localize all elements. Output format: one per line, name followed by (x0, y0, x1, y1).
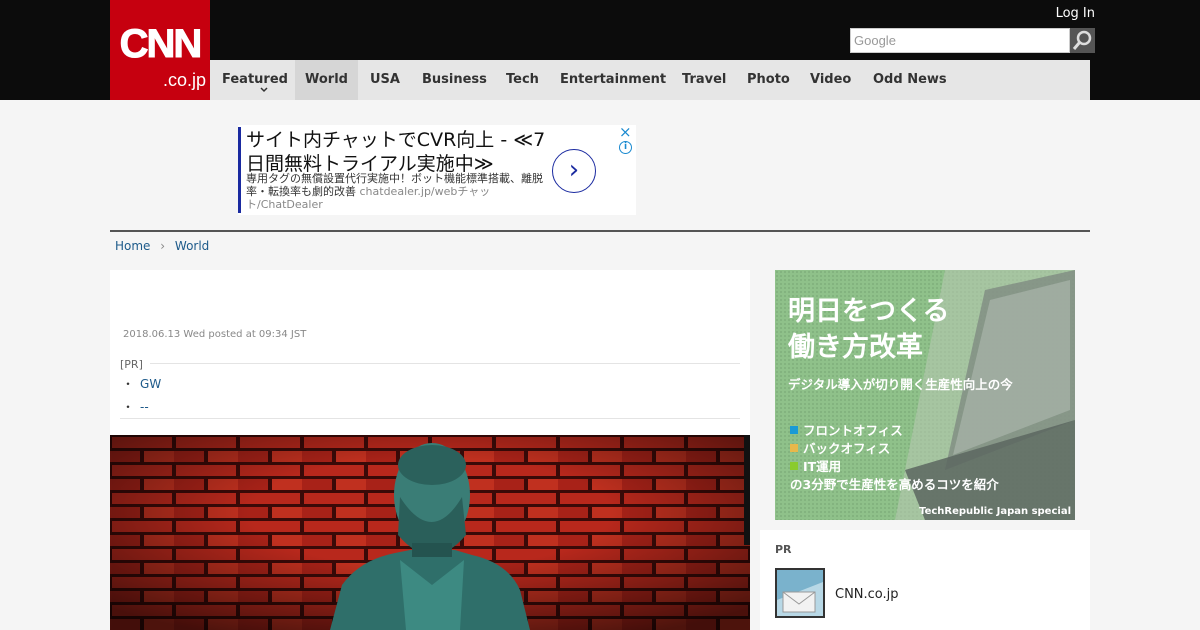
bullet: ・ (122, 377, 135, 391)
nav-item-photo[interactable]: Photo (747, 60, 790, 100)
top-bar: CNN .co.jp Log In Google Featured World … (0, 0, 1200, 100)
pr-box-title: PR (775, 543, 792, 556)
divider (110, 230, 1090, 232)
pr-thumbnail[interactable] (775, 568, 825, 618)
logo-domain: .co.jp (162, 70, 206, 90)
pr-link[interactable]: ・ -- (122, 398, 149, 415)
nav-item-video[interactable]: Video (810, 60, 851, 100)
sidebar-ad-title-line: 明日をつくる (788, 296, 950, 327)
breadcrumb-home[interactable]: Home (115, 239, 150, 253)
list-item-text: の3分野で生産性を高めるコツを紹介 (790, 477, 999, 492)
nav-item-odd-news[interactable]: Odd News (873, 60, 947, 100)
sidebar-ad-list: フロントオフィス バックオフィス IT運用 の3分野で生産性を高めるコツを紹介 (790, 422, 999, 494)
login-link[interactable]: Log In (1056, 6, 1095, 21)
chevron-right-icon: › (160, 239, 166, 253)
close-icon[interactable]: × (619, 123, 632, 141)
list-item-text: IT運用 (803, 459, 842, 474)
chevron-right-icon: › (568, 155, 580, 185)
divider (120, 418, 740, 419)
main-nav: Featured World USA Business Tech Enterta… (210, 60, 1090, 100)
breadcrumb-world[interactable]: World (175, 239, 209, 253)
list-item: バックオフィス (790, 440, 999, 458)
sidebar-ad-title: 明日をつくる 働き方改革 (788, 294, 949, 366)
nav-item-business[interactable]: Business (422, 60, 487, 100)
ad-arrow-button[interactable]: › (552, 149, 596, 193)
search-button[interactable] (1070, 28, 1095, 53)
article-photo (110, 435, 750, 630)
list-item: IT運用 (790, 458, 999, 476)
list-item: の3分野で生産性を高めるコツを紹介 (790, 476, 999, 494)
nav-item-featured[interactable]: Featured (222, 60, 288, 100)
sidebar-ad-title-line: 働き方改革 (788, 332, 923, 363)
list-item-text: フロントオフィス (803, 423, 903, 438)
ad-accent-bar (238, 127, 241, 213)
nav-item-entertainment[interactable]: Entertainment (560, 60, 666, 100)
square-icon (790, 444, 798, 452)
logo-text: CNN (119, 22, 203, 67)
sidebar-ad-banner[interactable]: 明日をつくる 働き方改革 デジタル導入が切り開く生産性向上の今 フロントオフィス… (775, 270, 1075, 520)
article-date: 2018.06.13 Wed posted at 09:34 JST (123, 329, 307, 340)
search-icon (1072, 30, 1092, 50)
nav-item-tech[interactable]: Tech (506, 60, 539, 100)
bullet: ・ (122, 400, 135, 414)
nav-label: Featured (222, 72, 288, 87)
list-item-text: バックオフィス (803, 441, 891, 456)
cnn-logo[interactable]: CNN .co.jp (110, 0, 210, 100)
chevron-down-icon (260, 87, 268, 93)
article-panel: 2018.06.13 Wed posted at 09:34 JST [PR] … (110, 270, 750, 630)
pr-link-text[interactable]: -- (140, 400, 149, 414)
pr-label: [PR] (120, 358, 143, 371)
pr-box-link[interactable]: CNN.co.jp (835, 587, 899, 602)
pr-link[interactable]: ・ GW (122, 375, 161, 392)
pr-box: PR CNN.co.jp (760, 530, 1090, 630)
nav-item-travel[interactable]: Travel (682, 60, 726, 100)
divider (150, 363, 740, 364)
sidebar-ad-footer: TechRepublic Japan special (919, 506, 1071, 517)
breadcrumb: Home › World (115, 238, 209, 254)
list-item: フロントオフィス (790, 422, 999, 440)
envelope-icon (777, 570, 823, 616)
square-icon (790, 462, 798, 470)
nav-item-world[interactable]: World (295, 60, 358, 100)
ad-headline[interactable]: サイト内チャットでCVR向上 - ≪7日間無料トライアル実施中≫ (246, 128, 546, 176)
square-icon (790, 426, 798, 434)
ad-description: 専用タグの無償設置代行実施中！ボット機能標準搭載、離脱率・転換率も劇的改善 ch… (246, 172, 546, 211)
nav-item-usa[interactable]: USA (370, 60, 400, 100)
statue-photo-icon (110, 435, 750, 630)
info-icon[interactable]: i (619, 141, 632, 154)
top-ad-banner[interactable]: サイト内チャットでCVR向上 - ≪7日間無料トライアル実施中≫ 専用タグの無償… (238, 123, 636, 215)
sidebar-ad-subtitle: デジタル導入が切り開く生産性向上の今 (788, 377, 1013, 392)
pr-link-text[interactable]: GW (140, 377, 161, 391)
search-input[interactable]: Google (850, 28, 1070, 53)
